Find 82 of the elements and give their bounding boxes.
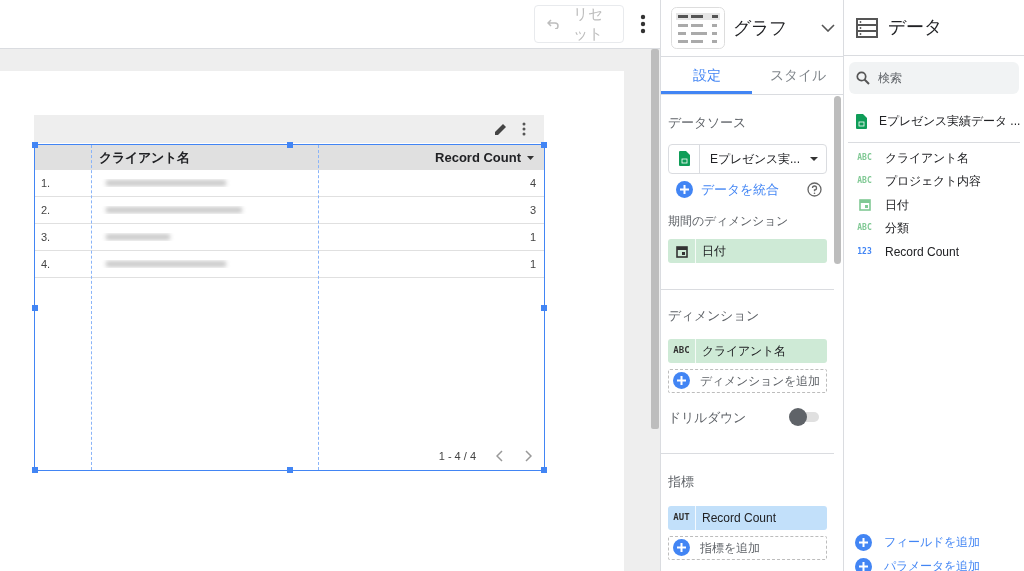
field-list-item[interactable]: ABC クライアント名 [844,146,1024,170]
field-chip[interactable]: ABC クライアント名 [668,338,827,363]
more-menu-icon[interactable] [640,14,646,34]
resize-handle[interactable] [541,467,547,473]
spreadsheet-icon [678,151,690,166]
resize-handle[interactable] [32,305,38,311]
field-list-item[interactable]: ABC プロジェクト内容 [844,169,1024,193]
tab[interactable]: スタイル [752,57,843,94]
section-heading: 期間のディメンション [668,213,789,230]
drilldown-label: ドリルダウン [668,408,746,427]
panel-title: データ [888,16,942,39]
row-number: 3. [41,230,51,243]
edit-pencil-icon[interactable] [494,122,508,136]
table-cell-text: 3 [529,202,536,218]
field-label: 分類 [885,220,909,238]
resize-handle[interactable] [287,467,293,473]
resize-handle[interactable] [32,467,38,473]
field-label: クライアント名 [885,149,969,167]
field-label: Record Count [885,243,960,261]
undo-icon [547,19,559,29]
table-cell-text: 4 [529,175,536,191]
panel-title: グラフ [733,16,788,40]
add-circle-icon [673,372,690,389]
add-circle-icon[interactable] [676,180,693,198]
section-heading: データソース [668,114,747,132]
field-list-item[interactable]: 123 Record Count [844,240,1024,264]
sort-arrow-icon[interactable] [527,155,534,160]
row-number: 4. [41,257,51,270]
field-label: プロジェクト内容 [885,173,981,191]
spreadsheet-icon [856,113,867,129]
resize-handle[interactable] [287,142,293,148]
scrollbar-thumb[interactable] [651,49,659,429]
database-icon [856,17,878,38]
search-field[interactable]: 検索 [849,62,1019,94]
type-label: ABC [857,175,872,188]
type-label: 123 [857,245,872,258]
data-source-dropdown[interactable]: Eプレゼンス実... [668,143,827,174]
tab[interactable]: 設定 [661,57,752,94]
type-label: ABC [857,151,872,164]
more-menu-icon[interactable] [522,122,526,136]
search-icon [856,71,870,85]
resize-handle[interactable] [32,142,38,148]
field-label: 日付 [701,243,726,260]
resize-handle[interactable] [541,305,547,311]
add-circle-icon[interactable] [855,557,872,571]
field-list-item[interactable]: 日付 [844,193,1024,217]
help-icon[interactable] [807,181,822,197]
field-chip[interactable]: AUT Record Count [668,505,827,530]
add-field-button[interactable]: ディメンションを追加 [668,368,827,393]
resize-handle[interactable] [541,142,547,148]
section-heading: ディメンション [668,307,760,325]
field-label: クライアント名 [701,342,786,360]
column-header[interactable]: Record Count [435,147,521,168]
chevron-down-icon[interactable] [821,24,835,32]
blend-data-link[interactable]: データを統合 [701,179,799,199]
table-chart[interactable]: クライアント名 Record Count 1. 4 2. 3 3. 1 4. 1 1 - 4 / 4 [34,144,545,471]
pagination-text: 1 - 4 / 4 [438,448,476,464]
type-label: ABC [673,343,690,357]
data-source-name: Eプレゼンス実績データ ... [879,113,1021,130]
type-label: ABC [857,222,872,235]
add-field-link[interactable]: フィールドを追加 [884,533,980,551]
type-label: AUT [673,510,690,524]
table-chart-icon[interactable] [671,7,725,49]
field-label: Record Count [701,509,777,527]
add-field-button[interactable]: 指標を追加 [668,535,827,560]
scrollbar-thumb[interactable] [834,96,841,264]
column-header[interactable]: クライアント名 [99,147,190,168]
row-number: 2. [41,203,51,216]
field-list-item[interactable]: ABC 分類 [844,216,1024,240]
row-number: 1. [41,176,51,189]
table-cell-text: 1 [529,229,536,245]
dropdown-arrow-icon [810,156,818,161]
add-circle-icon [673,539,690,556]
table-cell-text: 1 [529,256,536,272]
calendar-icon [675,244,688,258]
field-label: 日付 [885,196,909,214]
next-page-icon[interactable] [524,449,532,462]
previous-page-icon[interactable] [496,449,504,462]
calendar-icon [858,198,871,212]
field-chip[interactable]: 日付 [668,239,827,263]
add-circle-icon[interactable] [855,533,872,551]
section-heading: 指標 [668,473,695,491]
